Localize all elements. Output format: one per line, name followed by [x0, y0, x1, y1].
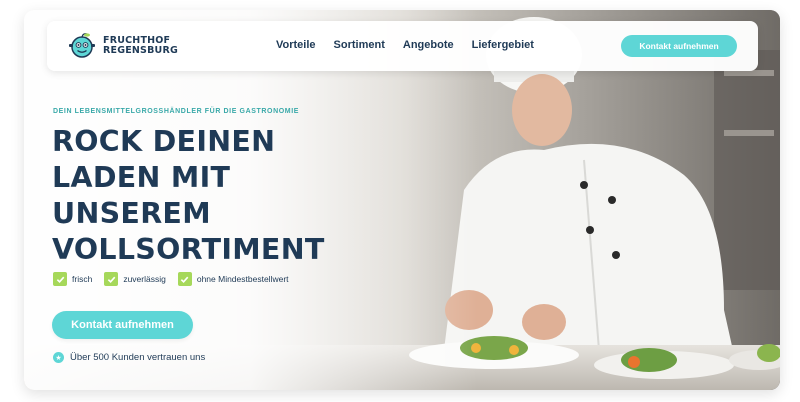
trust-indicator: ★ Über 500 Kunden vertrauen uns [53, 352, 205, 363]
headline-line-4: VOLLSORTIMENT [52, 233, 325, 266]
nav-link-liefergebiet[interactable]: Liefergebiet [472, 39, 534, 51]
feature-list: frisch zuverlässig ohne Mindestbestellwe… [53, 272, 301, 286]
feature-label-zuverlaessig: zuverlässig [123, 274, 166, 284]
fruit-mascot-icon [69, 33, 95, 58]
hero-headline: ROCK DEINEN LADEN MIT UNSEREM VOLLSORTIM… [52, 124, 372, 268]
feature-item: ohne Mindestbestellwert [177, 272, 289, 286]
brand-name-line2: REGENSBURG [103, 45, 178, 56]
headline-line-3: UNSEREM [52, 197, 211, 230]
star-icon: ★ [53, 352, 64, 363]
nav-link-vorteile[interactable]: Vorteile [276, 39, 316, 51]
main-menu: Vorteile Sortiment Angebote Liefergebiet [276, 39, 534, 51]
headline-line-2: LADEN MIT [52, 161, 231, 194]
checkmark-icon [177, 272, 192, 286]
nav-link-angebote[interactable]: Angebote [403, 39, 454, 51]
trust-text: Über 500 Kunden vertrauen uns [70, 352, 206, 363]
nav-contact-button[interactable]: Kontakt aufnehmen [621, 35, 737, 57]
feature-item: frisch [53, 272, 92, 286]
brand-logo[interactable]: FRUCHTHOF REGENSBURG [67, 32, 178, 60]
checkmark-icon [53, 272, 67, 286]
feature-label-frisch: frisch [72, 274, 93, 284]
feature-label-mindestbestellwert: ohne Mindestbestellwert [196, 274, 289, 284]
hero-eyebrow: DEIN LEBENSMITTELGROSSHÄNDLER FÜR DIE GA… [53, 108, 300, 115]
nav-link-sortiment[interactable]: Sortiment [334, 39, 385, 51]
checkmark-icon [104, 272, 119, 286]
headline-line-1: ROCK DEINEN [52, 125, 276, 158]
top-navigation: FRUCHTHOF REGENSBURG Vorteile Sortiment … [47, 21, 758, 71]
hero-contact-button[interactable]: Kontakt aufnehmen [52, 311, 193, 339]
brand-name: FRUCHTHOF REGENSBURG [103, 36, 178, 56]
feature-item: zuverlässig [104, 272, 166, 286]
